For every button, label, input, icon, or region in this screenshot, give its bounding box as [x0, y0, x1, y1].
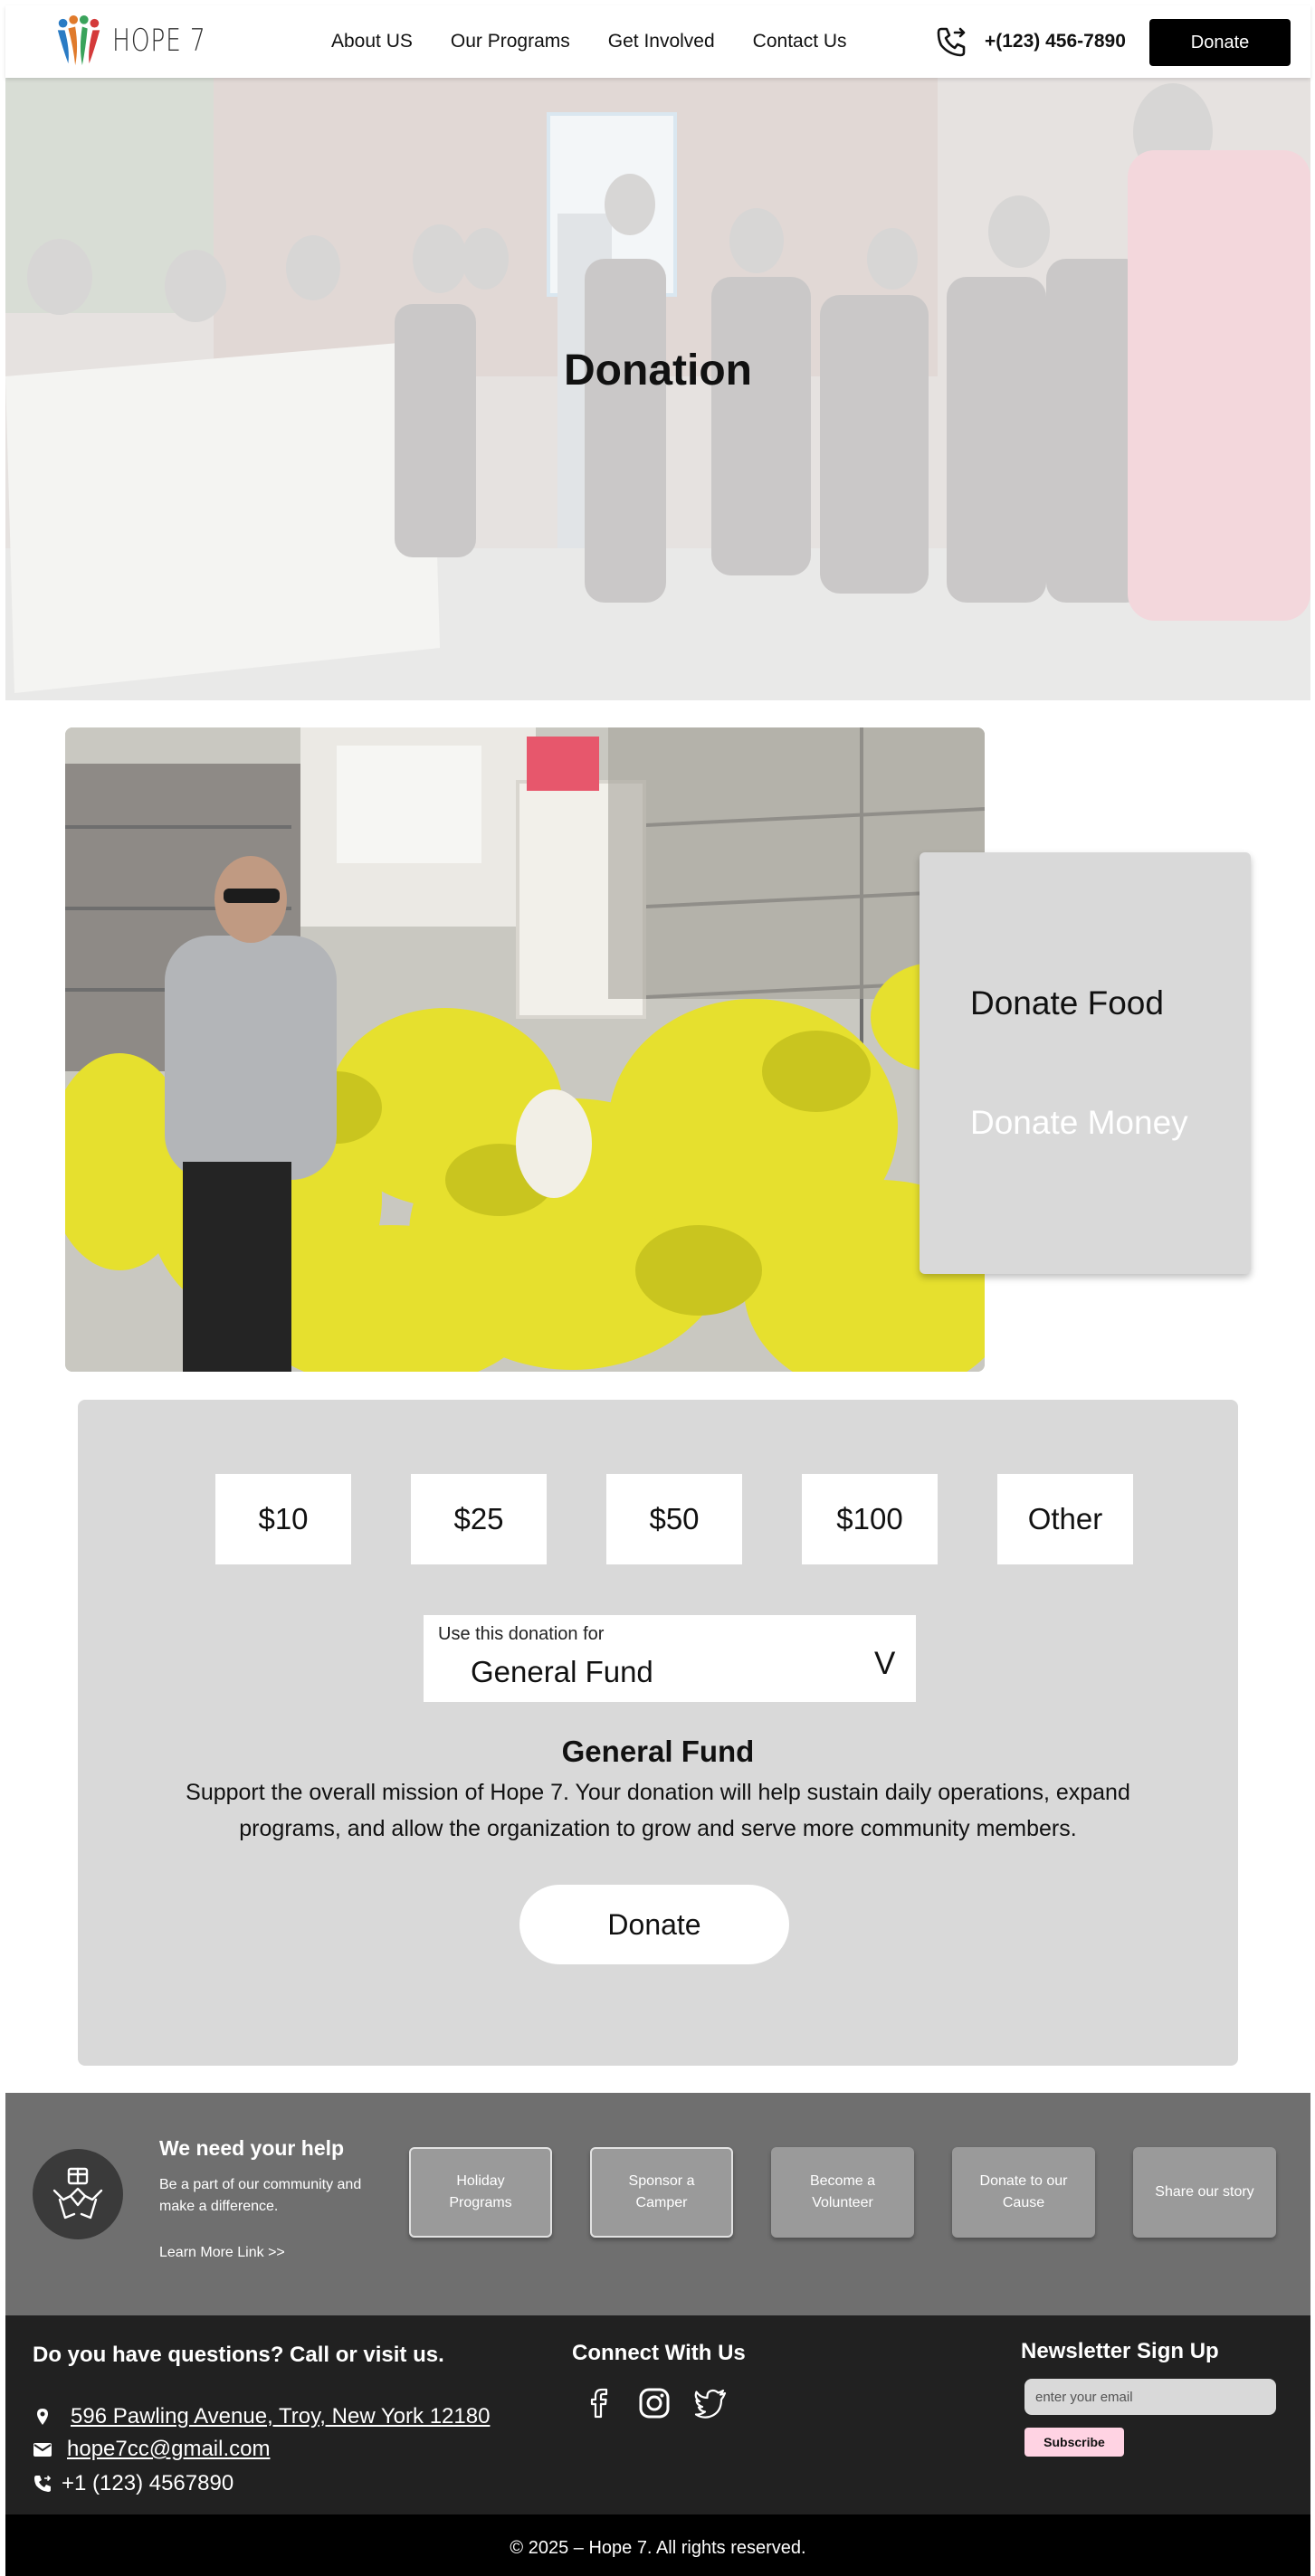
help-subtitle: Be a part of our community and make a di…: [159, 2177, 362, 2214]
social-links: [581, 2386, 728, 2420]
footer-phone-row: +1 (123) 4567890: [33, 2471, 233, 2496]
subscribe-button[interactable]: Subscribe: [1024, 2428, 1124, 2457]
phone-forward-icon: [937, 27, 966, 57]
donate-money-option[interactable]: Donate Money: [970, 1104, 1188, 1142]
share-story-button[interactable]: Share our story: [1133, 2147, 1276, 2238]
mail-icon: [33, 2443, 52, 2457]
instagram-icon[interactable]: [637, 2386, 672, 2420]
donate-submit-button[interactable]: Donate: [519, 1885, 789, 1964]
donate-to-cause-button[interactable]: Donate to our Cause: [952, 2147, 1095, 2238]
footer-phone-number: +1 (123) 4567890: [62, 2471, 234, 2495]
donation-photo: [65, 727, 985, 1372]
nav-contact-us[interactable]: Contact Us: [753, 31, 847, 52]
help-band: We need your help Be a part of our commu…: [5, 2093, 1310, 2315]
header-donate-button[interactable]: Donate: [1149, 19, 1291, 66]
hero-title: Donation: [564, 347, 752, 394]
nav-get-involved[interactable]: Get Involved: [608, 31, 715, 52]
food-pantry-photo-icon: [65, 727, 985, 1372]
phone-icon: [34, 2475, 52, 2492]
hero-banner: Donation: [5, 78, 1310, 700]
location-pin-icon: [37, 2409, 48, 2425]
site-footer: Do you have questions? Call or visit us.…: [5, 2315, 1310, 2514]
fund-select[interactable]: Use this donation for General Fund V: [424, 1615, 916, 1702]
amount-other-button[interactable]: Other: [997, 1474, 1133, 1564]
footer-address-link[interactable]: 596 Pawling Avenue, Troy, New York 12180: [71, 2404, 490, 2429]
connect-heading: Connect With Us: [572, 2341, 746, 2365]
footer-email-row: hope7cc@gmail.com: [33, 2437, 270, 2462]
newsletter-heading: Newsletter Sign Up: [1021, 2339, 1219, 2363]
chevron-down-icon: V: [874, 1646, 896, 1681]
fund-title: General Fund: [561, 1735, 755, 1768]
site-header: HOPE 7 About US Our Programs Get Involve…: [5, 5, 1310, 78]
footer-email-link[interactable]: hope7cc@gmail.com: [67, 2437, 270, 2462]
learn-more-link[interactable]: Learn More Link >>: [159, 2245, 285, 2261]
fund-select-label: Use this donation for: [438, 1624, 605, 1644]
help-hands-icon-wrap: [33, 2149, 123, 2239]
copyright-bar: © 2025 – Hope 7. All rights reserved.: [5, 2514, 1310, 2576]
main-nav: About US Our Programs Get Involved Conta…: [331, 5, 885, 78]
amount-100-button[interactable]: $100: [802, 1474, 938, 1564]
logo-text: HOPE 7: [112, 23, 206, 59]
header-phone[interactable]: +(123) 456-7890: [934, 24, 1126, 60]
logo[interactable]: HOPE 7: [52, 14, 233, 67]
twitter-icon[interactable]: [693, 2386, 728, 2420]
amount-25-button[interactable]: $25: [411, 1474, 547, 1564]
footer-address-row: 596 Pawling Avenue, Troy, New York 12180: [33, 2404, 490, 2429]
nav-our-programs[interactable]: Our Programs: [451, 31, 570, 52]
donate-food-option[interactable]: Donate Food: [970, 984, 1164, 1022]
facebook-icon[interactable]: [581, 2386, 615, 2420]
holiday-programs-button[interactable]: Holiday Programs: [409, 2147, 552, 2238]
sponsor-camper-button[interactable]: Sponsor a Camper: [590, 2147, 733, 2238]
donation-type-card: Donate Food Donate Money: [920, 852, 1251, 1274]
fund-description: Support the overall mission of Hope 7. Y…: [186, 1780, 1130, 1841]
page: HOPE 7 About US Our Programs Get Involve…: [5, 5, 1310, 2576]
footer-questions-heading: Do you have questions? Call or visit us.: [33, 2343, 444, 2367]
hope7-logo-icon: [57, 14, 100, 66]
newsletter-email-input[interactable]: [1024, 2379, 1276, 2415]
header-phone-number: +(123) 456-7890: [985, 31, 1126, 52]
amount-50-button[interactable]: $50: [606, 1474, 742, 1564]
amount-10-button[interactable]: $10: [215, 1474, 351, 1564]
donation-form-panel: $10 $25 $50 $100 Other Use this donation…: [78, 1400, 1238, 2066]
helping-hands-icon: [52, 2167, 103, 2220]
help-title: We need your help: [159, 2136, 345, 2160]
become-volunteer-button[interactable]: Become a Volunteer: [771, 2147, 914, 2238]
nav-about-us[interactable]: About US: [331, 31, 413, 52]
fund-select-value: General Fund: [471, 1655, 653, 1688]
